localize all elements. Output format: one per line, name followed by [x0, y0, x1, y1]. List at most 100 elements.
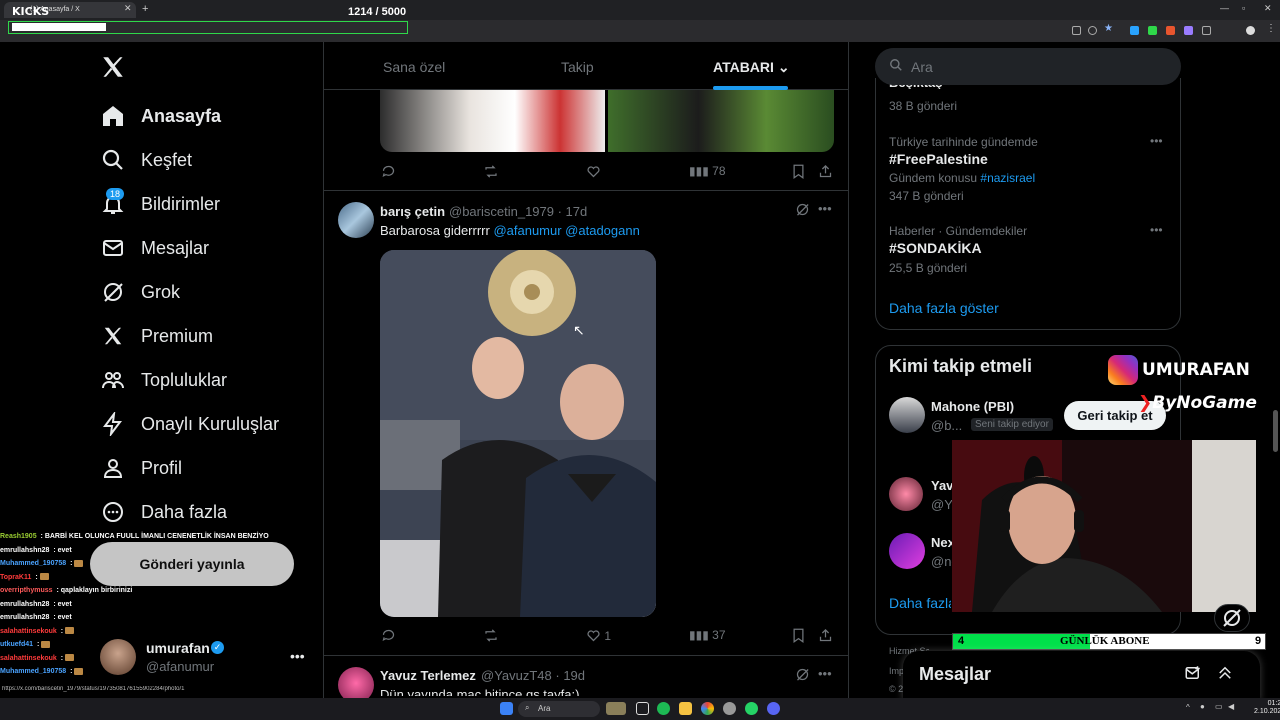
- nav-label: Mesajlar: [141, 237, 210, 258]
- tab-for-you[interactable]: Sana özel: [383, 59, 445, 75]
- suggestion-name[interactable]: Mahone (PBI): [931, 399, 1014, 414]
- nav-verified-orgs[interactable]: Onaylı Kuruluşlar: [100, 404, 279, 444]
- tweet-image[interactable]: [380, 90, 605, 152]
- tab-atabari[interactable]: ATABARI ⌄: [713, 59, 790, 76]
- tweet-photo[interactable]: [380, 250, 656, 617]
- repost-icon[interactable]: [483, 628, 499, 643]
- widget-icon[interactable]: [606, 702, 626, 715]
- volume-icon[interactable]: ◀: [1228, 702, 1234, 711]
- zoom-icon[interactable]: [1088, 26, 1097, 35]
- extension-icon[interactable]: [1130, 26, 1139, 35]
- home-icon: [100, 103, 126, 129]
- star-icon[interactable]: ★: [1104, 23, 1113, 34]
- like-icon[interactable]: [586, 164, 601, 179]
- nav-label: Premium: [141, 325, 214, 346]
- avatar[interactable]: [338, 202, 374, 238]
- file-explorer-icon[interactable]: [679, 702, 692, 715]
- close-window-icon[interactable]: ✕: [1264, 3, 1272, 14]
- show-more-link[interactable]: Daha fazla göster: [889, 595, 951, 611]
- chevron-up-icon[interactable]: [1216, 664, 1234, 687]
- network-icon[interactable]: ▭: [1215, 702, 1223, 711]
- tweet-image[interactable]: [608, 90, 834, 152]
- grok-icon[interactable]: [1214, 604, 1250, 632]
- mic-icon[interactable]: ●: [1200, 702, 1205, 711]
- taskbar-search[interactable]: Ara: [518, 701, 600, 717]
- minimize-icon[interactable]: —: [1220, 3, 1229, 13]
- brand-overlay: ❯ByNoGame: [1138, 393, 1257, 413]
- x-logo-icon[interactable]: [100, 54, 126, 82]
- tweet-author-meta[interactable]: @bariscetin_1979 · 17d: [449, 204, 587, 219]
- start-icon[interactable]: [500, 702, 513, 715]
- emote-icon: [74, 667, 84, 675]
- grok-icon[interactable]: [795, 202, 810, 222]
- trend-sub-link[interactable]: #nazisrael: [980, 171, 1035, 185]
- tab-following[interactable]: Takip: [561, 59, 594, 75]
- menu-icon[interactable]: ⋮: [1266, 23, 1276, 34]
- extension-icon[interactable]: [1184, 26, 1193, 35]
- chat-message: emrullahshn28 : evet: [0, 611, 290, 625]
- more-icon[interactable]: •••: [290, 648, 305, 664]
- tweet-author-meta[interactable]: @YavuzT48 · 19d: [481, 668, 585, 683]
- grok-icon[interactable]: [795, 667, 810, 687]
- scrollbar-thumb[interactable]: [1273, 410, 1278, 452]
- extension-icon[interactable]: [1148, 26, 1157, 35]
- task-view-icon[interactable]: [636, 702, 649, 715]
- nav-premium[interactable]: Premium: [100, 316, 213, 356]
- maximize-icon[interactable]: ▫: [1242, 3, 1245, 13]
- nav-messages[interactable]: Mesajlar: [100, 228, 209, 268]
- views-stat[interactable]: ▮▮▮ 78: [689, 164, 726, 178]
- more-icon[interactable]: •••: [1150, 134, 1163, 148]
- tray-chevron-icon[interactable]: ^: [1186, 703, 1190, 712]
- share-icon[interactable]: [818, 628, 833, 643]
- search-input[interactable]: Ara: [875, 48, 1181, 85]
- repost-icon[interactable]: [483, 164, 499, 179]
- nav-profile[interactable]: Profil: [100, 448, 182, 488]
- tweet-author-name[interactable]: Yavuz Terlemez: [380, 668, 476, 683]
- share-icon[interactable]: [818, 164, 833, 179]
- messages-drawer-title: Mesajlar: [919, 664, 992, 684]
- tweet-mentions[interactable]: @afanumur @atadogann: [493, 223, 639, 238]
- views-stat[interactable]: ▮▮▮ 37: [689, 628, 726, 642]
- puzzle-icon[interactable]: [1202, 26, 1211, 35]
- nav-communities[interactable]: Topluluklar: [100, 360, 227, 400]
- follows-you-badge: Seni takip ediyor: [971, 418, 1053, 431]
- footer-copyright: © 2: [889, 684, 904, 694]
- trend-title[interactable]: #SONDAKİKA: [889, 240, 982, 256]
- trend-title[interactable]: #FreePalestine: [889, 151, 988, 167]
- close-tab-icon[interactable]: ✕: [124, 3, 132, 14]
- reply-icon[interactable]: [381, 164, 396, 179]
- avatar[interactable]: [889, 477, 923, 511]
- like-stat[interactable]: 1: [586, 628, 611, 643]
- extension-icon[interactable]: [1166, 26, 1175, 35]
- taskbar-clock[interactable]: 01:212.10.2025: [1254, 700, 1280, 716]
- nav-grok[interactable]: Grok: [100, 272, 180, 312]
- reply-icon[interactable]: [381, 628, 396, 643]
- avatar[interactable]: [1246, 26, 1255, 35]
- avatar[interactable]: [889, 533, 925, 569]
- cast-icon[interactable]: [1072, 26, 1081, 35]
- chat-username: emrullahshn28: [0, 614, 50, 621]
- nav-more[interactable]: Daha fazla: [100, 492, 227, 532]
- sub-goal-target: 9: [1255, 635, 1262, 647]
- chat-username: Muhammed_190758: [0, 560, 67, 567]
- app-icon[interactable]: [723, 702, 736, 715]
- show-more-link[interactable]: Daha fazla göster: [889, 300, 999, 316]
- suggestion-name[interactable]: Yav: [931, 478, 953, 493]
- bookmark-icon[interactable]: [792, 164, 805, 179]
- new-tab-icon[interactable]: +: [142, 3, 148, 15]
- discord-icon[interactable]: [767, 702, 780, 715]
- more-icon[interactable]: •••: [1150, 223, 1163, 237]
- nav-home[interactable]: Anasayfa: [100, 96, 221, 136]
- whatsapp-icon[interactable]: [745, 702, 758, 715]
- chrome-icon[interactable]: [701, 702, 714, 715]
- tweet-author-name[interactable]: barış çetin: [380, 204, 445, 219]
- avatar[interactable]: [889, 397, 925, 433]
- nav-label: Onaylı Kuruluşlar: [141, 413, 280, 434]
- chat-text: : evet: [51, 614, 72, 621]
- spotify-icon[interactable]: [657, 702, 670, 715]
- new-message-icon[interactable]: [1184, 664, 1202, 687]
- more-icon[interactable]: •••: [818, 666, 832, 681]
- more-icon[interactable]: •••: [818, 201, 832, 216]
- nav-explore[interactable]: Keşfet: [100, 140, 192, 180]
- bookmark-icon[interactable]: [792, 628, 805, 643]
